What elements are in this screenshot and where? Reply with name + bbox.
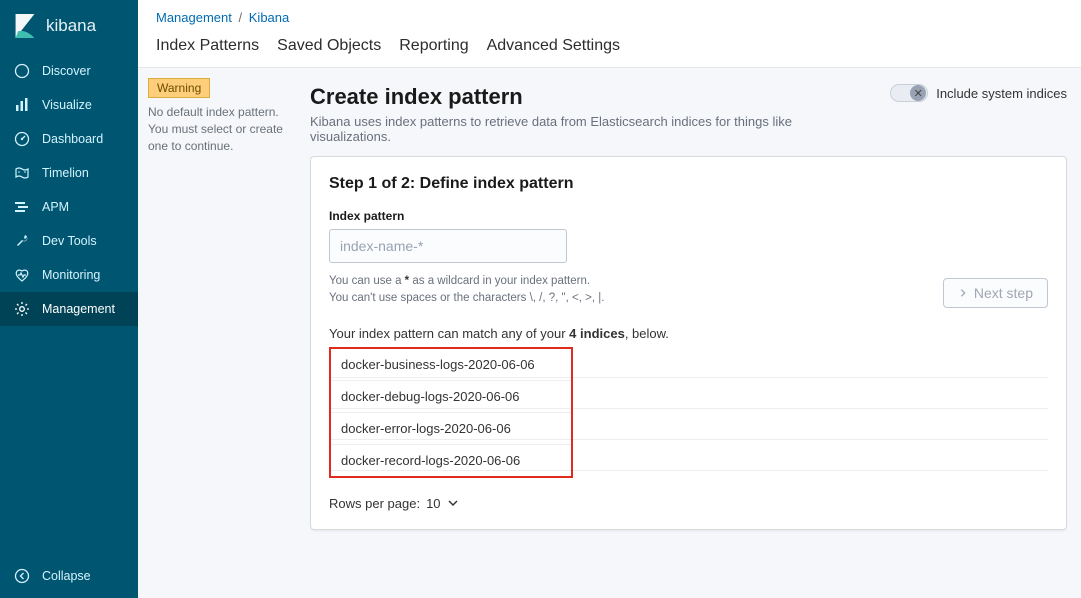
field-label-index-pattern: Index pattern	[329, 209, 604, 223]
timelion-icon	[14, 165, 30, 181]
collapse-icon	[14, 568, 30, 584]
sidebar-item-discover[interactable]: Discover	[0, 54, 138, 88]
breadcrumb-link-management[interactable]: Management	[156, 10, 232, 25]
kibana-logo-icon	[14, 14, 36, 38]
include-system-label: Include system indices	[936, 86, 1067, 101]
next-step-button[interactable]: Next step	[943, 278, 1048, 308]
heartbeat-icon	[14, 267, 30, 283]
sidebar-item-visualize[interactable]: Visualize	[0, 88, 138, 122]
tabs: Index Patterns Saved Objects Reporting A…	[138, 29, 1081, 68]
breadcrumb-separator: /	[236, 10, 246, 25]
sidebar-item-label: Monitoring	[42, 268, 100, 282]
logo-text: kibana	[46, 16, 96, 36]
tab-index-patterns[interactable]: Index Patterns	[156, 37, 259, 55]
wrench-icon	[14, 233, 30, 249]
breadcrumb: Management / Kibana	[138, 0, 1081, 29]
sidebar-item-dashboard[interactable]: Dashboard	[0, 122, 138, 156]
card-define-index-pattern: Step 1 of 2: Define index pattern Index …	[310, 156, 1067, 530]
table-row[interactable]: docker-debug-logs-2020-06-06	[331, 381, 571, 413]
hint-invalid-chars: You can't use spaces or the characters \…	[329, 290, 604, 307]
warning-badge: Warning	[148, 78, 210, 98]
page-description: Kibana uses index patterns to retrieve d…	[310, 114, 870, 144]
page-header-text: Create index pattern Kibana uses index p…	[310, 84, 870, 144]
table-row[interactable]: docker-business-logs-2020-06-06	[331, 349, 571, 381]
sidebar-item-label: Dashboard	[42, 132, 103, 146]
main: Management / Kibana Index Patterns Saved…	[138, 0, 1081, 598]
logo[interactable]: kibana	[0, 0, 138, 54]
breadcrumb-link-kibana[interactable]: Kibana	[249, 10, 289, 25]
tab-saved-objects[interactable]: Saved Objects	[277, 37, 381, 55]
bar-chart-icon	[14, 97, 30, 113]
indices-list-highlight: docker-business-logs-2020-06-06 docker-d…	[329, 347, 573, 478]
sidebar-item-label: Collapse	[42, 569, 91, 583]
rows-per-page-selector[interactable]: Rows per page: 10	[329, 496, 1048, 511]
switch[interactable]: ✕	[890, 84, 928, 102]
sidebar-item-label: Visualize	[42, 98, 92, 112]
step-body-row: Index pattern You can use a * as a wildc…	[329, 209, 1048, 308]
sidebar-item-monitoring[interactable]: Monitoring	[0, 258, 138, 292]
field-group-index-pattern: Index pattern You can use a * as a wildc…	[329, 209, 604, 308]
warning-message: No default index pattern. You must selec…	[148, 104, 288, 154]
page-title: Create index pattern	[310, 84, 870, 110]
sidebar-item-timelion[interactable]: Timelion	[0, 156, 138, 190]
tab-reporting[interactable]: Reporting	[399, 37, 468, 55]
sidebar-item-apm[interactable]: APM	[0, 190, 138, 224]
gauge-icon	[14, 131, 30, 147]
sidebar-item-label: Discover	[42, 64, 91, 78]
warning-panel: Warning No default index pattern. You mu…	[138, 68, 298, 598]
sidebar-item-label: Dev Tools	[42, 234, 97, 248]
sidebar-item-label: Timelion	[42, 166, 89, 180]
next-step-wrapper: Next step	[943, 278, 1048, 308]
sidebar-item-label: APM	[42, 200, 69, 214]
chevron-down-icon	[447, 497, 459, 509]
rows-per-page-label: Rows per page:	[329, 496, 420, 511]
compass-icon	[14, 63, 30, 79]
table-row[interactable]: docker-record-logs-2020-06-06	[331, 445, 571, 476]
tab-advanced-settings[interactable]: Advanced Settings	[487, 37, 620, 55]
content: Warning No default index pattern. You mu…	[138, 68, 1081, 598]
apm-icon	[14, 199, 30, 215]
chevron-right-icon	[958, 288, 968, 298]
sidebar: kibana Discover Visualize Dashboard Time…	[0, 0, 138, 598]
rows-per-page-value: 10	[426, 496, 440, 511]
sidebar-item-devtools[interactable]: Dev Tools	[0, 224, 138, 258]
page: Create index pattern Kibana uses index p…	[298, 68, 1081, 598]
table-row[interactable]: docker-error-logs-2020-06-06	[331, 413, 571, 445]
sidebar-item-label: Management	[42, 302, 115, 316]
switch-knob-x-icon: ✕	[910, 85, 926, 101]
sidebar-item-management[interactable]: Management	[0, 292, 138, 326]
gear-icon	[14, 301, 30, 317]
page-header: Create index pattern Kibana uses index p…	[310, 84, 1067, 144]
match-text: Your index pattern can match any of your…	[329, 326, 1048, 341]
sidebar-item-collapse[interactable]: Collapse	[0, 559, 138, 598]
nav: Discover Visualize Dashboard Timelion AP…	[0, 54, 138, 598]
include-system-indices-toggle[interactable]: ✕ Include system indices	[890, 84, 1067, 102]
index-pattern-input[interactable]	[329, 229, 567, 263]
next-step-label: Next step	[974, 285, 1033, 301]
step-title: Step 1 of 2: Define index pattern	[329, 175, 1048, 193]
indices-table: docker-business-logs-2020-06-06 docker-d…	[329, 347, 1048, 478]
hint-wildcard: You can use a * as a wildcard in your in…	[329, 273, 604, 290]
